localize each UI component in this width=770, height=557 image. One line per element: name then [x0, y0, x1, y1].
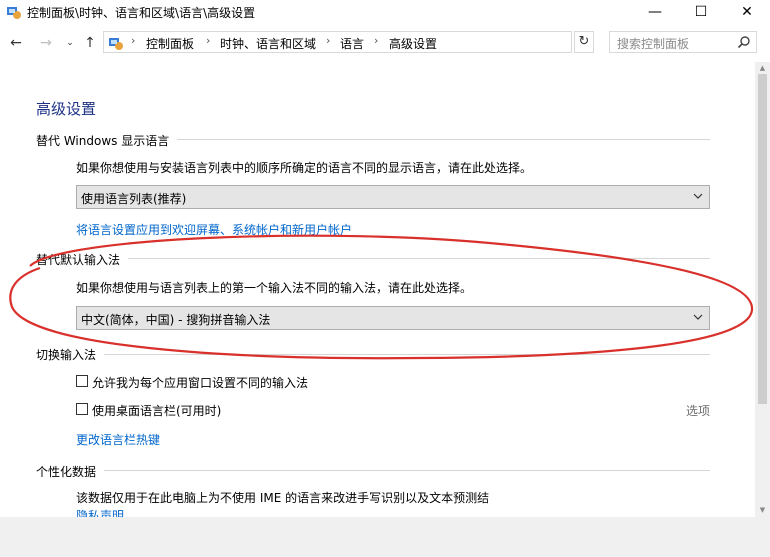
back-arrow-icon[interactable]: ← [8, 34, 24, 52]
up-arrow-icon[interactable]: ↑ [82, 34, 98, 52]
section-divider [36, 470, 710, 471]
text-fade-overlay [480, 482, 755, 512]
change-hotkeys-link[interactable]: 更改语言栏热键 [76, 431, 160, 448]
display-language-select[interactable]: 使用语言列表(推荐) [76, 185, 710, 209]
recent-locations-chevron-icon[interactable]: ⌄ [62, 34, 78, 52]
language-bar-options-link[interactable]: 选项 [686, 402, 710, 419]
switch-input-heading: 切换输入法 [36, 346, 105, 363]
chevron-down-icon [693, 314, 703, 320]
breadcrumb-language[interactable]: 语言 [340, 35, 364, 52]
per-app-input-label[interactable]: 允许我为每个应用窗口设置不同的输入法 [92, 374, 308, 391]
search-icon[interactable] [737, 35, 751, 49]
input-method-selected: 中文(简体，中国) - 搜狗拼音输入法 [81, 313, 271, 327]
chevron-down-icon [693, 193, 703, 199]
section-divider [36, 354, 710, 355]
address-box[interactable]: › 控制面板 › 时钟、语言和区域 › 语言 › 高级设置 ⌄ [103, 31, 668, 53]
search-input[interactable]: 搜索控制面板 [617, 35, 689, 52]
maximize-button[interactable]: ☐ [678, 0, 724, 24]
scroll-down-icon[interactable]: ▼ [758, 506, 767, 514]
section-divider [36, 258, 710, 259]
breadcrumb-clock-language-region[interactable]: 时钟、语言和区域 [220, 35, 316, 52]
title-bar: 控制面板\时钟、语言和区域\语言\高级设置 — ☐ ✕ [0, 0, 770, 24]
language-bar-label[interactable]: 使用桌面语言栏(可用时) [92, 402, 221, 419]
footer-bar [0, 517, 770, 557]
breadcrumb-separator-icon: › [206, 34, 211, 47]
close-button[interactable]: ✕ [724, 0, 770, 24]
breadcrumb-separator-icon: › [374, 34, 379, 47]
scroll-up-icon[interactable]: ▲ [758, 64, 767, 72]
display-language-heading: 替代 Windows 显示语言 [36, 132, 178, 149]
breadcrumb-control-panel[interactable]: 控制面板 [146, 35, 194, 52]
display-language-selected: 使用语言列表(推荐) [81, 192, 187, 206]
window-title: 控制面板\时钟、语言和区域\语言\高级设置 [27, 6, 256, 20]
control-panel-icon [7, 7, 21, 19]
language-bar-checkbox[interactable] [76, 403, 88, 415]
breadcrumb-advanced-settings[interactable]: 高级设置 [389, 35, 437, 52]
language-bar-checkbox-row[interactable]: 使用桌面语言栏(可用时) [76, 402, 476, 418]
vertical-scrollbar[interactable]: ▲ ▼ [755, 62, 770, 517]
input-method-select[interactable]: 中文(简体，中国) - 搜狗拼音输入法 [76, 306, 710, 330]
main-content: 高级设置 替代 Windows 显示语言 如果你想使用与安装语言列表中的顺序所确… [0, 62, 755, 517]
per-app-input-checkbox[interactable] [76, 375, 88, 387]
forward-arrow-icon[interactable]: → [38, 34, 54, 52]
page-title: 高级设置 [36, 100, 97, 118]
breadcrumb-separator-icon: › [326, 34, 331, 47]
personalization-description: 该数据仅用于在此电脑上为不使用 IME 的语言来改进手写识别以及文本预测结 [76, 491, 490, 505]
apply-language-settings-link[interactable]: 将语言设置应用到欢迎屏幕、系统帐户和新用户帐户 [76, 221, 352, 238]
display-language-description: 如果你想使用与安装语言列表中的顺序所确定的语言不同的显示语言，请在此处选择。 [76, 161, 533, 175]
minimize-button[interactable]: — [632, 0, 678, 24]
scrollbar-thumb[interactable] [758, 74, 767, 404]
input-method-description: 如果你想使用与语言列表上的第一个输入法不同的输入法，请在此处选择。 [76, 281, 473, 295]
per-app-input-checkbox-row[interactable]: 允许我为每个应用窗口设置不同的输入法 [76, 374, 476, 390]
refresh-icon[interactable]: ↻ [574, 31, 594, 53]
privacy-statement-link[interactable]: 隐私声明 [76, 507, 124, 517]
breadcrumb-separator-icon: › [131, 34, 136, 47]
personalization-heading: 个性化数据 [36, 463, 105, 480]
control-panel-icon [109, 38, 123, 50]
search-box[interactable]: 搜索控制面板 [609, 31, 757, 53]
input-method-heading: 替代默认输入法 [36, 251, 129, 268]
